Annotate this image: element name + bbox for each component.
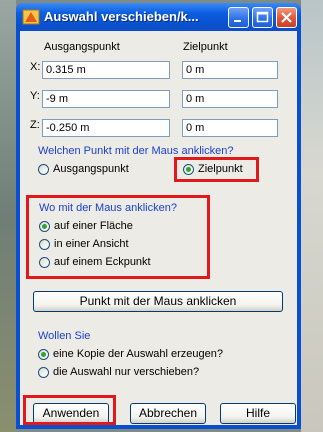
- pick-point-button[interactable]: Punkt mit der Maus anklicken: [33, 291, 283, 312]
- maximize-button[interactable]: [252, 7, 273, 28]
- minimize-icon: [234, 20, 241, 22]
- radio-move-only-label: die Auswahl nur verschieben?: [53, 366, 200, 378]
- background-left: [0, 0, 16, 432]
- highlight-where-group: [26, 195, 210, 279]
- highlight-apply-button: [23, 395, 116, 425]
- start-point-header: Ausgangspunkt: [44, 41, 120, 53]
- highlight-target-point: [174, 157, 259, 182]
- dialog-window: Auswahl verschieben/k... Ausgangspunkt Z…: [16, 3, 301, 429]
- help-button[interactable]: Hilfe: [220, 403, 296, 424]
- want-question: Wollen Sie: [38, 330, 91, 342]
- start-z-field[interactable]: -0.250 m: [42, 119, 170, 137]
- radio-button[interactable]: [38, 163, 49, 175]
- start-y-field[interactable]: -9 m: [42, 90, 170, 108]
- radio-button[interactable]: [38, 366, 49, 378]
- radio-button-selected[interactable]: [38, 348, 49, 360]
- background-right: [301, 0, 323, 432]
- close-button[interactable]: [276, 7, 297, 28]
- radio-create-copy[interactable]: eine Kopie der Auswahl erzeugen?: [38, 348, 223, 360]
- axis-label-y: Y:: [30, 90, 40, 102]
- radio-start-point-label: Ausgangspunkt: [53, 163, 129, 175]
- axis-label-z: Z:: [30, 119, 40, 131]
- start-x-field[interactable]: 0.315 m: [42, 61, 170, 79]
- axis-label-x: X:: [30, 61, 41, 73]
- close-icon: [281, 12, 292, 23]
- window-title: Auswahl verschieben/k...: [44, 9, 199, 24]
- target-z-field[interactable]: 0 m: [182, 119, 278, 137]
- title-bar[interactable]: Auswahl verschieben/k...: [16, 3, 301, 31]
- which-point-question: Welchen Punkt mit der Maus anklicken?: [38, 145, 234, 157]
- minimize-button[interactable]: [228, 7, 249, 28]
- radio-create-copy-label: eine Kopie der Auswahl erzeugen?: [53, 348, 224, 360]
- radio-move-only[interactable]: die Auswahl nur verschieben?: [38, 366, 199, 378]
- target-point-header: Zielpunkt: [183, 41, 228, 53]
- dialog-body: Ausgangspunkt Zielpunkt X: 0.315 m 0 m Y…: [20, 31, 297, 425]
- cancel-button[interactable]: Abbrechen: [130, 403, 206, 424]
- app-icon: [22, 9, 40, 25]
- target-y-field[interactable]: 0 m: [182, 90, 278, 108]
- maximize-icon: [256, 11, 269, 23]
- target-x-field[interactable]: 0 m: [182, 61, 278, 79]
- radio-start-point[interactable]: Ausgangspunkt: [38, 163, 129, 175]
